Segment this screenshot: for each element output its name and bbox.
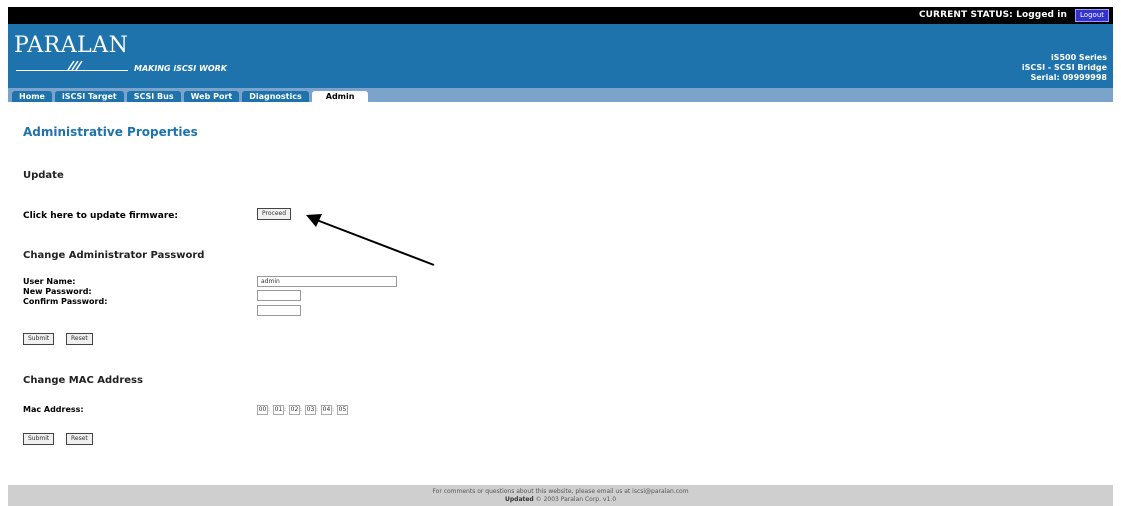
tagline: MAKING iSCSI WORK — [134, 64, 227, 73]
footer: For comments or questions about this web… — [8, 485, 1113, 506]
username-label: User Name: — [23, 277, 76, 286]
tab-web-port[interactable]: Web Port — [183, 91, 240, 102]
header-banner: PARALAN MAKING iSCSI WORK iS500 Series i… — [8, 24, 1113, 88]
tab-home[interactable]: Home — [12, 91, 52, 102]
tab-bar: Home iSCSI Target SCSI Bus Web Port Diag… — [8, 88, 1113, 104]
mac-address-label: Mac Address: — [23, 405, 84, 414]
mac-separator: : — [332, 406, 335, 413]
mac-separator: : — [300, 406, 303, 413]
username-field[interactable]: admin — [257, 276, 397, 287]
footer-copyright-text: © 2003 Paralan Corp. v1.0 — [535, 496, 617, 503]
mac-segment-4[interactable]: 03 — [305, 405, 316, 415]
tab-diagnostics[interactable]: Diagnostics — [242, 91, 309, 102]
logo-wing-icon — [67, 60, 83, 71]
serial-number: Serial: 09999998 — [1030, 73, 1107, 82]
mac-segment-5[interactable]: 04 — [321, 405, 332, 415]
mac-separator: : — [284, 406, 287, 413]
page-title: Administrative Properties — [23, 125, 198, 139]
tab-list: Home iSCSI Target SCSI Bus Web Port Diag… — [12, 91, 369, 104]
mac-segment-3[interactable]: 02 — [289, 405, 300, 415]
mac-submit-button[interactable]: Submit — [23, 433, 55, 445]
tab-iscsi-target[interactable]: iSCSI Target — [54, 91, 124, 102]
footer-comment-text: For comments or questions about this web… — [432, 488, 689, 495]
top-status-bar: CURRENT STATUS: Logged in Logout — [8, 7, 1113, 24]
proceed-button[interactable]: Proceed — [257, 208, 292, 220]
change-password-heading: Change Administrator Password — [23, 250, 205, 261]
paralan-logo: PARALAN — [14, 33, 129, 58]
tab-scsi-bus[interactable]: SCSI Bus — [126, 91, 181, 102]
tab-admin[interactable]: Admin — [311, 91, 369, 104]
confirm-password-field[interactable] — [257, 305, 301, 316]
footer-copyright: Updated © 2003 Paralan Corp. v1.0 — [8, 496, 1113, 504]
product-name: iSCSI - SCSI Bridge — [1021, 63, 1107, 72]
new-password-field[interactable] — [257, 290, 301, 301]
password-reset-button[interactable]: Reset — [66, 333, 93, 345]
new-password-label: New Password: — [23, 287, 92, 296]
mac-separator: : — [268, 406, 271, 413]
mac-segment-6[interactable]: 05 — [337, 405, 348, 415]
mac-segment-1[interactable]: 00 — [257, 405, 268, 415]
logout-button[interactable]: Logout — [1075, 9, 1109, 22]
mac-separator: : — [316, 406, 319, 413]
firmware-update-label: Click here to update firmware: — [23, 211, 178, 221]
product-series: iS500 Series — [1050, 53, 1107, 62]
update-heading: Update — [23, 170, 64, 181]
annotation-arrow-icon — [306, 214, 435, 266]
confirm-password-label: Confirm Password: — [23, 297, 108, 306]
mac-segment-2[interactable]: 01 — [273, 405, 284, 415]
password-submit-button[interactable]: Submit — [23, 333, 55, 345]
current-status-text: CURRENT STATUS: Logged in — [918, 10, 1067, 20]
product-info: iS500 Series iSCSI - SCSI Bridge Serial:… — [1022, 53, 1107, 83]
change-mac-heading: Change MAC Address — [23, 375, 143, 386]
footer-updated-label: Updated — [504, 496, 534, 503]
mac-reset-button[interactable]: Reset — [66, 433, 93, 445]
